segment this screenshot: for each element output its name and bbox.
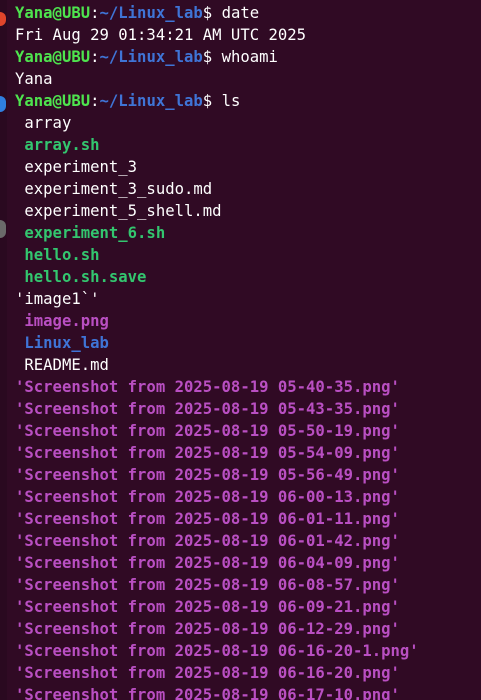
app-icon-blue[interactable]	[0, 96, 6, 112]
prompt-symbol: $	[202, 92, 222, 110]
ls-entry: experiment_3_sudo.md	[15, 180, 213, 198]
ls-entry: 'Screenshot from 2025-08-19 05-50-19.png…	[15, 422, 400, 440]
ls-entry: experiment_3	[15, 158, 138, 176]
ls-entry: 'Screenshot from 2025-08-19 05-54-09.png…	[15, 444, 400, 462]
ls-entry: 'Screenshot from 2025-08-19 06-01-11.png…	[15, 510, 400, 528]
prompt-symbol: $	[202, 48, 222, 66]
ls-entry: experiment_6.sh	[15, 224, 166, 242]
prompt-user: Yana@UBU	[15, 4, 91, 22]
prompt-line: Yana@UBU:~/Linux_lab$ whoami	[15, 46, 481, 68]
ls-entry: 'Screenshot from 2025-08-19 06-09-21.png…	[15, 598, 400, 616]
terminal-window[interactable]: Yana@UBU:~/Linux_lab$ date Fri Aug 29 01…	[0, 0, 481, 700]
prompt-path: ~/Linux_lab	[99, 48, 203, 66]
prompt-separator: :	[90, 48, 100, 66]
ls-entry: hello.sh	[15, 246, 100, 264]
ls-entry: 'Screenshot from 2025-08-19 05-56-49.png…	[15, 466, 400, 484]
prompt-user: Yana@UBU	[15, 48, 91, 66]
command-text: ls	[221, 92, 241, 110]
ls-entry: 'Screenshot from 2025-08-19 06-04-09.png…	[15, 554, 400, 572]
ls-entry: README.md	[15, 356, 109, 374]
ls-entry: 'Screenshot from 2025-08-19 06-08-57.png…	[15, 576, 400, 594]
ls-entry: 'Screenshot from 2025-08-19 06-00-13.png…	[15, 488, 400, 506]
ls-entry: 'Screenshot from 2025-08-19 06-01-42.png…	[15, 532, 400, 550]
command-text: whoami	[221, 48, 278, 66]
prompt-separator: :	[90, 4, 100, 22]
prompt-separator: :	[90, 92, 100, 110]
ls-entry: experiment_5_shell.md	[15, 202, 222, 220]
command-output: Fri Aug 29 01:34:21 AM UTC 2025	[15, 26, 307, 44]
prompt-path: ~/Linux_lab	[99, 4, 203, 22]
ls-entry: array.sh	[15, 136, 100, 154]
ls-entry: 'Screenshot from 2025-08-19 05-43-35.png…	[15, 400, 400, 418]
dock-edge	[0, 0, 7, 700]
command-text: date	[221, 4, 260, 22]
ls-entry: array	[15, 114, 72, 132]
prompt-path: ~/Linux_lab	[99, 92, 203, 110]
ls-entry: image.png	[15, 312, 109, 330]
command-output: Yana	[15, 70, 53, 88]
prompt-line: Yana@UBU:~/Linux_lab$ ls	[15, 90, 481, 112]
ls-entry: 'Screenshot from 2025-08-19 05-40-35.png…	[15, 378, 400, 396]
ls-entry: 'Screenshot from 2025-08-19 06-12-29.png…	[15, 620, 400, 638]
terminal-output: Yana@UBU:~/Linux_lab$ date Fri Aug 29 01…	[15, 2, 481, 700]
app-icon-red[interactable]	[0, 12, 6, 26]
ls-entry: 'image1`'	[15, 290, 100, 308]
prompt-user: Yana@UBU	[15, 92, 91, 110]
ls-entry: 'Screenshot from 2025-08-19 06-16-20.png…	[15, 664, 400, 682]
ls-entry: 'Screenshot from 2025-08-19 06-16-20-1.p…	[15, 642, 419, 660]
ls-entry: Linux_lab	[15, 334, 109, 352]
ls-entry: 'Screenshot from 2025-08-19 06-17-10.png…	[15, 686, 400, 700]
prompt-line: Yana@UBU:~/Linux_lab$ date	[15, 2, 481, 24]
ls-entry: hello.sh.save	[15, 268, 147, 286]
prompt-symbol: $	[202, 4, 222, 22]
app-icon-gray[interactable]	[0, 220, 6, 238]
